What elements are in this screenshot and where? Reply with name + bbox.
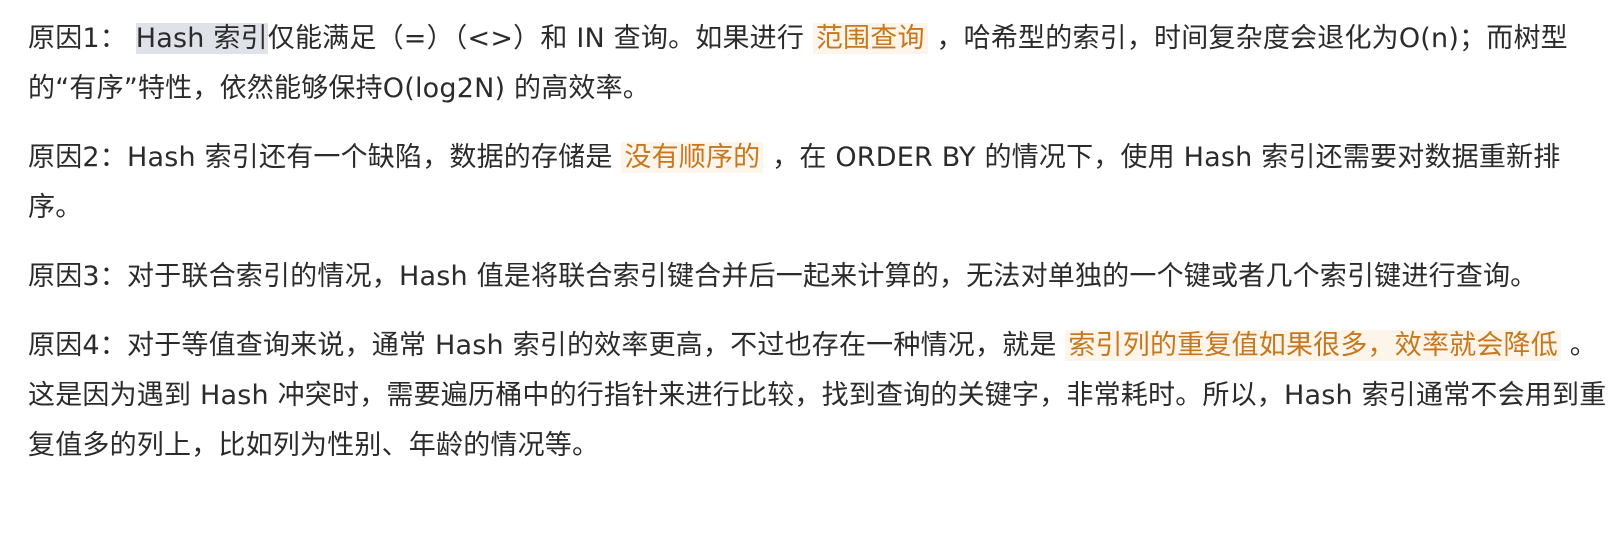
paragraph-reason-2: 原因2：Hash 索引还有一个缺陷，数据的存储是 没有顺序的 ，在 ORDER … <box>28 133 1608 233</box>
reason-3-text: 原因3：对于联合索引的情况，Hash 值是将联合索引键合并后一起来计算的，无法对… <box>28 261 1538 292</box>
highlight-range-query: 范围查询 <box>812 23 928 54</box>
highlight-duplicate-values: 索引列的重复值如果很多，效率就会降低 <box>1065 330 1561 361</box>
reason-1-text: 仅能满足（=）（<>）和 IN 查询。如果进行 <box>267 23 813 54</box>
paragraph-reason-1: 原因1： Hash 索引仅能满足（=）（<>）和 IN 查询。如果进行 范围查询… <box>28 14 1608 114</box>
paragraph-reason-3: 原因3：对于联合索引的情况，Hash 值是将联合索引键合并后一起来计算的，无法对… <box>28 252 1608 302</box>
selected-text[interactable]: Hash 索引 <box>135 23 268 54</box>
document-body: 原因1： Hash 索引仅能满足（=）（<>）和 IN 查询。如果进行 范围查询… <box>28 14 1608 490</box>
highlight-no-order: 没有顺序的 <box>621 142 764 173</box>
paragraph-reason-4: 原因4：对于等值查询来说，通常 Hash 索引的效率更高，不过也存在一种情况，就… <box>28 321 1608 471</box>
reason-2-text: 原因2：Hash 索引还有一个缺陷，数据的存储是 <box>28 142 622 173</box>
reason-4-text: 原因4：对于等值查询来说，通常 Hash 索引的效率更高，不过也存在一种情况，就… <box>28 330 1066 361</box>
reason-1-label-text: 原因1： <box>28 23 136 54</box>
